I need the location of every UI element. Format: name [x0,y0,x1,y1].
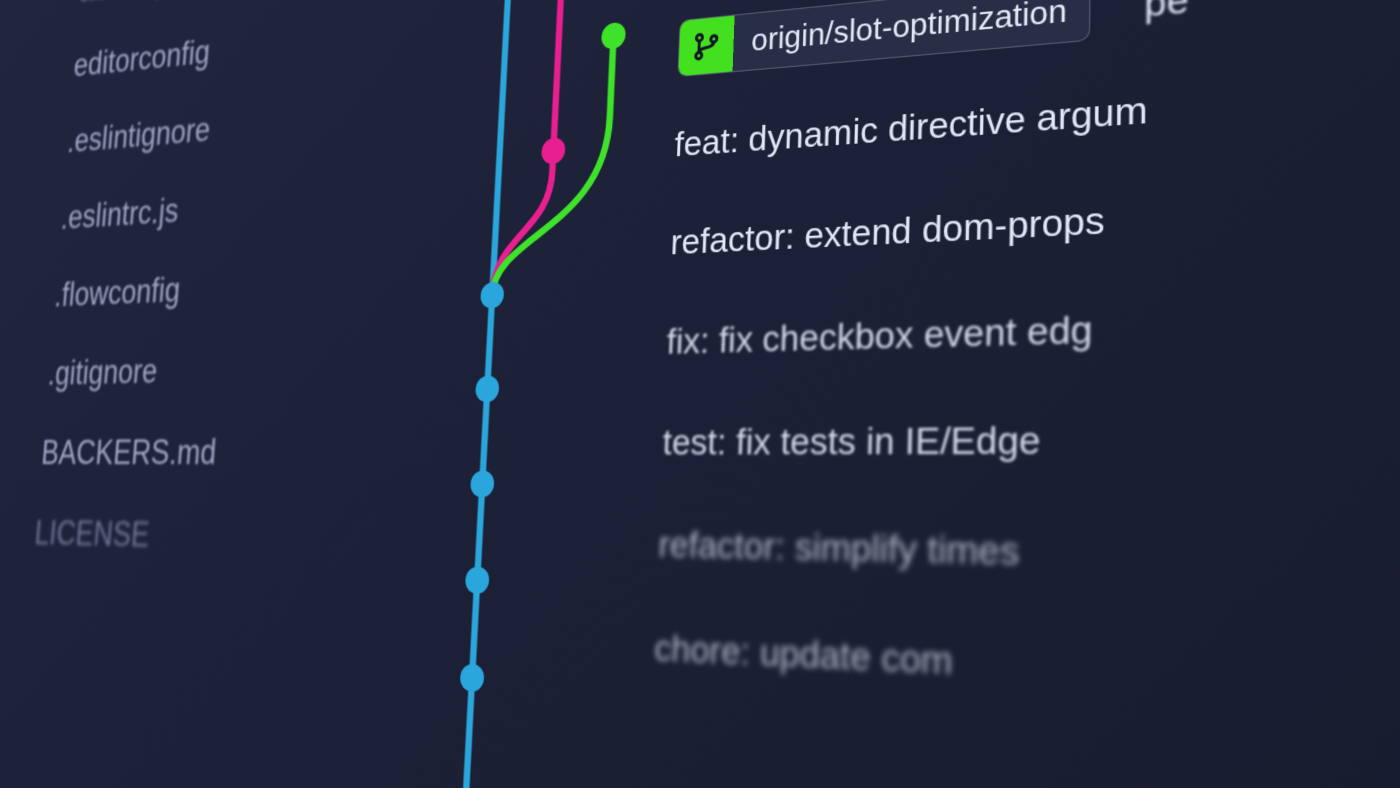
file-item[interactable]: editorconfig [72,12,396,84]
commit-message: refactor: simplify times [658,523,1020,574]
file-item[interactable]: .flowconfig [53,260,382,314]
git-branch-icon [678,15,734,78]
file-item[interactable]: abelrc.js [79,0,402,9]
commit-message: feat: dynamic directive argum [674,88,1148,165]
branch-ref-name: origin/slot-optimization [733,0,1067,61]
file-item[interactable]: .eslintignore [66,94,392,160]
file-item[interactable]: LICENSE [33,513,366,560]
branch-ref-tag[interactable]: origin/slot-optimization [677,0,1091,77]
commit-message: pe [1144,0,1189,26]
file-item[interactable]: .gitignore [47,345,377,393]
commit-graph [393,0,692,788]
commit-message: refactor: extend dom-props [670,199,1105,264]
commit-list: test: fix tests, resolve helper confi fi… [652,0,1400,788]
file-tree: pes abelrc.js editorconfig .eslintignore… [33,0,406,561]
commit-message: test: fix tests in IE/Edge [662,418,1041,464]
commit-message: chore: update com [654,627,954,685]
file-item[interactable]: BACKERS.md [40,431,371,473]
file-item[interactable]: .eslintrc.js [60,177,387,237]
commit-message: fix: fix checkbox event edg [666,308,1093,363]
commit-row[interactable]: chore: update com [652,596,1400,788]
